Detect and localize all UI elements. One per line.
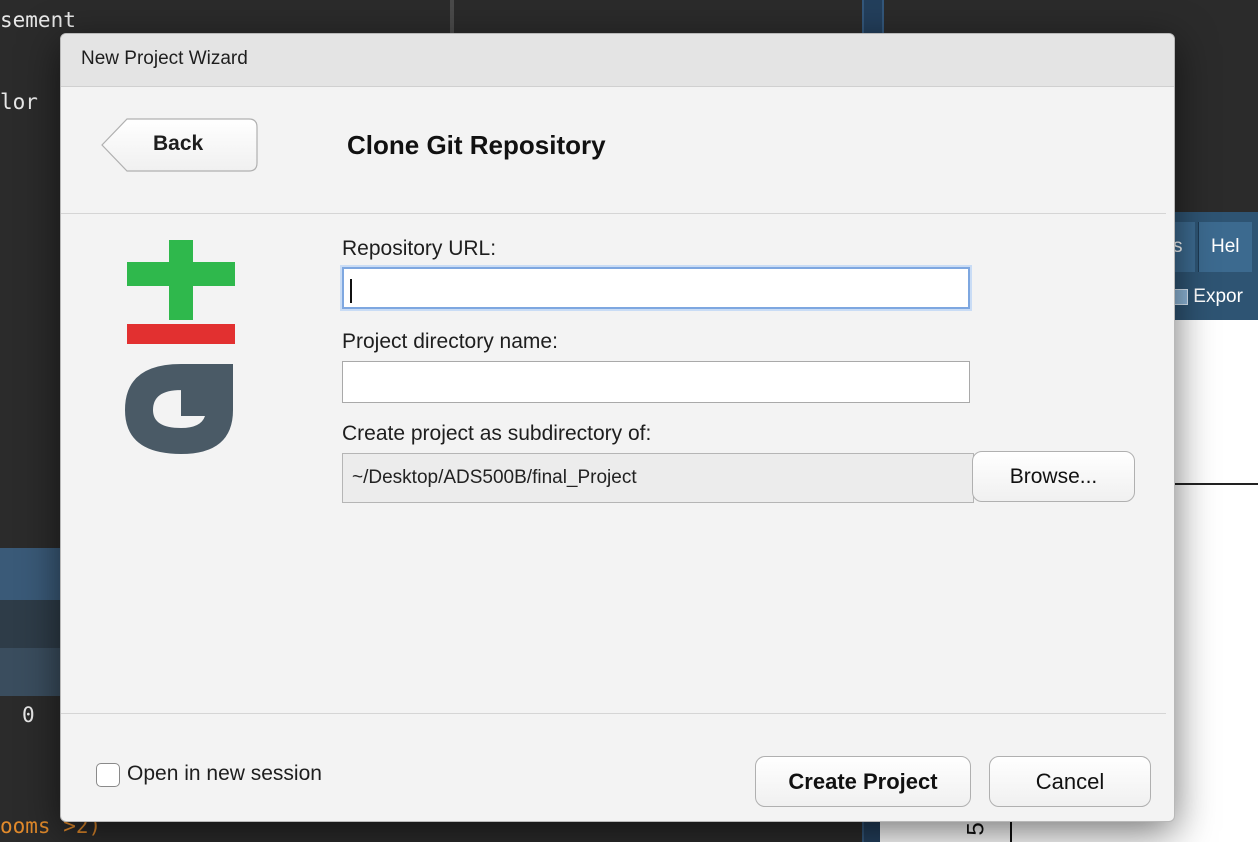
background-tab-help[interactable]: Hel	[1198, 222, 1252, 272]
create-project-button[interactable]: Create Project	[755, 756, 971, 807]
background-code-line: sement	[0, 8, 76, 32]
divider	[61, 713, 1166, 714]
git-logo-icon	[125, 240, 235, 454]
repository-url-label: Repository URL:	[342, 237, 497, 260]
open-new-session-label[interactable]: Open in new session	[127, 762, 322, 786]
divider	[61, 213, 1166, 214]
dialog-title: New Project Wizard	[81, 48, 248, 69]
cancel-button[interactable]: Cancel	[989, 756, 1151, 807]
open-new-session-checkbox[interactable]	[96, 763, 120, 787]
subdirectory-path-field: ~/Desktop/ADS500B/final_Project	[342, 453, 974, 503]
background-value: 0	[22, 703, 35, 727]
repository-url-input[interactable]	[342, 267, 970, 309]
background-plot-area	[880, 820, 1258, 842]
background-strip	[0, 648, 60, 696]
background-code-line: lor	[0, 90, 38, 114]
subdirectory-label: Create project as subdirectory of:	[342, 422, 652, 445]
page-title: Clone Git Repository	[347, 130, 606, 160]
background-export-label: Expor	[1193, 286, 1243, 307]
browse-button[interactable]: Browse...	[972, 451, 1135, 502]
back-label: Back	[153, 132, 204, 155]
background-strip	[0, 600, 60, 648]
project-directory-label: Project directory name:	[342, 330, 558, 353]
project-directory-input[interactable]	[342, 361, 970, 403]
background-strip	[0, 548, 60, 600]
text-caret	[350, 279, 352, 303]
new-project-wizard-dialog: New Project Wizard Back Clone Git Reposi…	[60, 33, 1175, 822]
background-export-button[interactable]: Expor	[1172, 286, 1243, 308]
background-axis-label: 5	[962, 822, 990, 836]
dialog-titlebar[interactable]: New Project Wizard	[61, 34, 1174, 87]
back-button[interactable]: Back	[101, 118, 258, 172]
